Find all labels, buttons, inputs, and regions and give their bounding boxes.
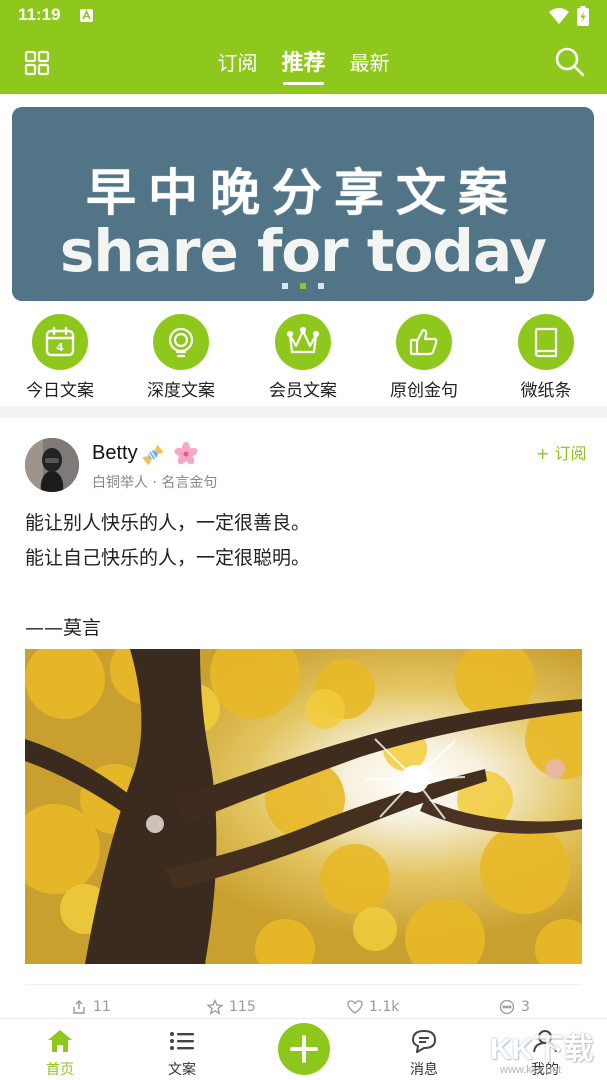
- category-label: 会员文案: [269, 381, 337, 401]
- like-count: 1.1k: [369, 999, 400, 1015]
- banner-title-en: share for today: [59, 217, 547, 285]
- search-icon: [555, 47, 585, 77]
- category-icon-circle: [153, 314, 209, 370]
- nav-label: 文案: [168, 1062, 196, 1078]
- category-label: 深度文案: [147, 381, 215, 401]
- category-deep[interactable]: 深度文案: [126, 312, 236, 404]
- post-line: 能让自己快乐的人，一定很聪明。: [25, 547, 311, 569]
- category-label: 原创金句: [390, 381, 458, 401]
- calendar-date: 4: [56, 341, 64, 354]
- banner-carousel[interactable]: 早中晚分享文案 share for today: [12, 107, 594, 301]
- nav-label: 首页: [46, 1062, 74, 1078]
- carousel-dot: [282, 283, 288, 289]
- category-icon-circle: [518, 314, 574, 370]
- post-image[interactable]: [25, 649, 582, 964]
- category-original[interactable]: 原创金句: [369, 312, 479, 404]
- battery-icon: [577, 6, 589, 30]
- status-bar: 11:19: [0, 0, 607, 32]
- category-row: 4 今日文案 深度文案 会员文案 原创金句 微纸条: [0, 312, 607, 404]
- search-button[interactable]: [554, 46, 586, 78]
- post-actions: 11 115 1.1k 3: [25, 984, 582, 1020]
- category-icon-circle: 4: [32, 314, 88, 370]
- wifi-icon: [548, 7, 570, 29]
- like-button[interactable]: 1.1k: [347, 999, 399, 1015]
- book-icon: [534, 327, 558, 358]
- post-line: ——莫言: [25, 617, 102, 639]
- user-badges: [142, 442, 199, 470]
- category-icon-circle: [396, 314, 452, 370]
- star-icon: [207, 999, 223, 1015]
- notification-icon: [80, 9, 93, 22]
- list-icon: [170, 1032, 194, 1050]
- banner-title-cn: 早中晚分享文案: [86, 164, 520, 222]
- comment-count: 3: [521, 999, 530, 1015]
- watermark-url: www.kkx.net: [500, 1064, 562, 1076]
- feed-tabs: 订阅 推荐 最新: [0, 46, 607, 86]
- watermark-text: KK下载: [490, 1033, 594, 1066]
- carousel-indicator: [12, 283, 594, 291]
- add-post-button[interactable]: [278, 1023, 330, 1075]
- category-label: 今日文案: [26, 381, 94, 401]
- candy-icon: [142, 444, 164, 466]
- nav-label: 消息: [410, 1062, 438, 1078]
- top-bar: 11:19 订阅 推荐 最新: [0, 0, 607, 94]
- post-meta: 白铜举人 · 名言金句: [92, 475, 218, 491]
- nav-copywriting[interactable]: 文案: [142, 1029, 222, 1079]
- comment-button[interactable]: 3: [499, 999, 530, 1015]
- comment-icon: [499, 999, 515, 1015]
- nav-messages[interactable]: 消息: [384, 1029, 464, 1079]
- message-icon: [411, 1029, 437, 1054]
- favorite-count: 115: [229, 999, 256, 1015]
- crown-icon: [286, 326, 320, 354]
- carousel-dot-active: [300, 283, 306, 289]
- post-line: [25, 576, 310, 611]
- nav-home[interactable]: 首页: [20, 1029, 100, 1079]
- share-count: 11: [93, 999, 111, 1015]
- status-time: 11:19: [18, 5, 61, 24]
- tab-subscribe[interactable]: 订阅: [217, 46, 257, 80]
- carousel-dot: [318, 283, 324, 289]
- section-divider: [0, 406, 607, 418]
- category-vip[interactable]: 会员文案: [248, 312, 358, 404]
- share-icon: [73, 1000, 85, 1014]
- post-username[interactable]: Betty: [92, 442, 138, 465]
- share-button[interactable]: 11: [71, 999, 111, 1015]
- post-content[interactable]: 能让别人快乐的人，一定很善良。 能让自己快乐的人，一定很聪明。 ——莫言: [25, 506, 310, 646]
- category-label: 微纸条: [520, 381, 572, 401]
- category-icon-circle: [275, 314, 331, 370]
- watermark: KK下载 www.kkx.net: [488, 1024, 606, 1078]
- category-today[interactable]: 4 今日文案: [5, 312, 115, 404]
- calendar-icon: 4: [45, 326, 75, 357]
- heart-icon: [347, 1000, 363, 1014]
- tab-recommend[interactable]: 推荐: [281, 47, 326, 85]
- top-navigation: 订阅 推荐 最新: [0, 32, 607, 94]
- thumbs-up-icon: [409, 328, 438, 356]
- plus-icon: [290, 1035, 318, 1063]
- category-note[interactable]: 微纸条: [491, 312, 601, 404]
- favorite-button[interactable]: 115: [207, 999, 256, 1015]
- sakura-icon: [174, 442, 198, 465]
- lightbulb-icon: [168, 327, 194, 358]
- avatar[interactable]: [25, 438, 79, 492]
- follow-button[interactable]: + 订阅: [536, 440, 587, 464]
- tab-latest[interactable]: 最新: [350, 46, 390, 80]
- home-icon: [48, 1030, 72, 1052]
- post-line: 能让别人快乐的人，一定很善良。: [25, 512, 311, 534]
